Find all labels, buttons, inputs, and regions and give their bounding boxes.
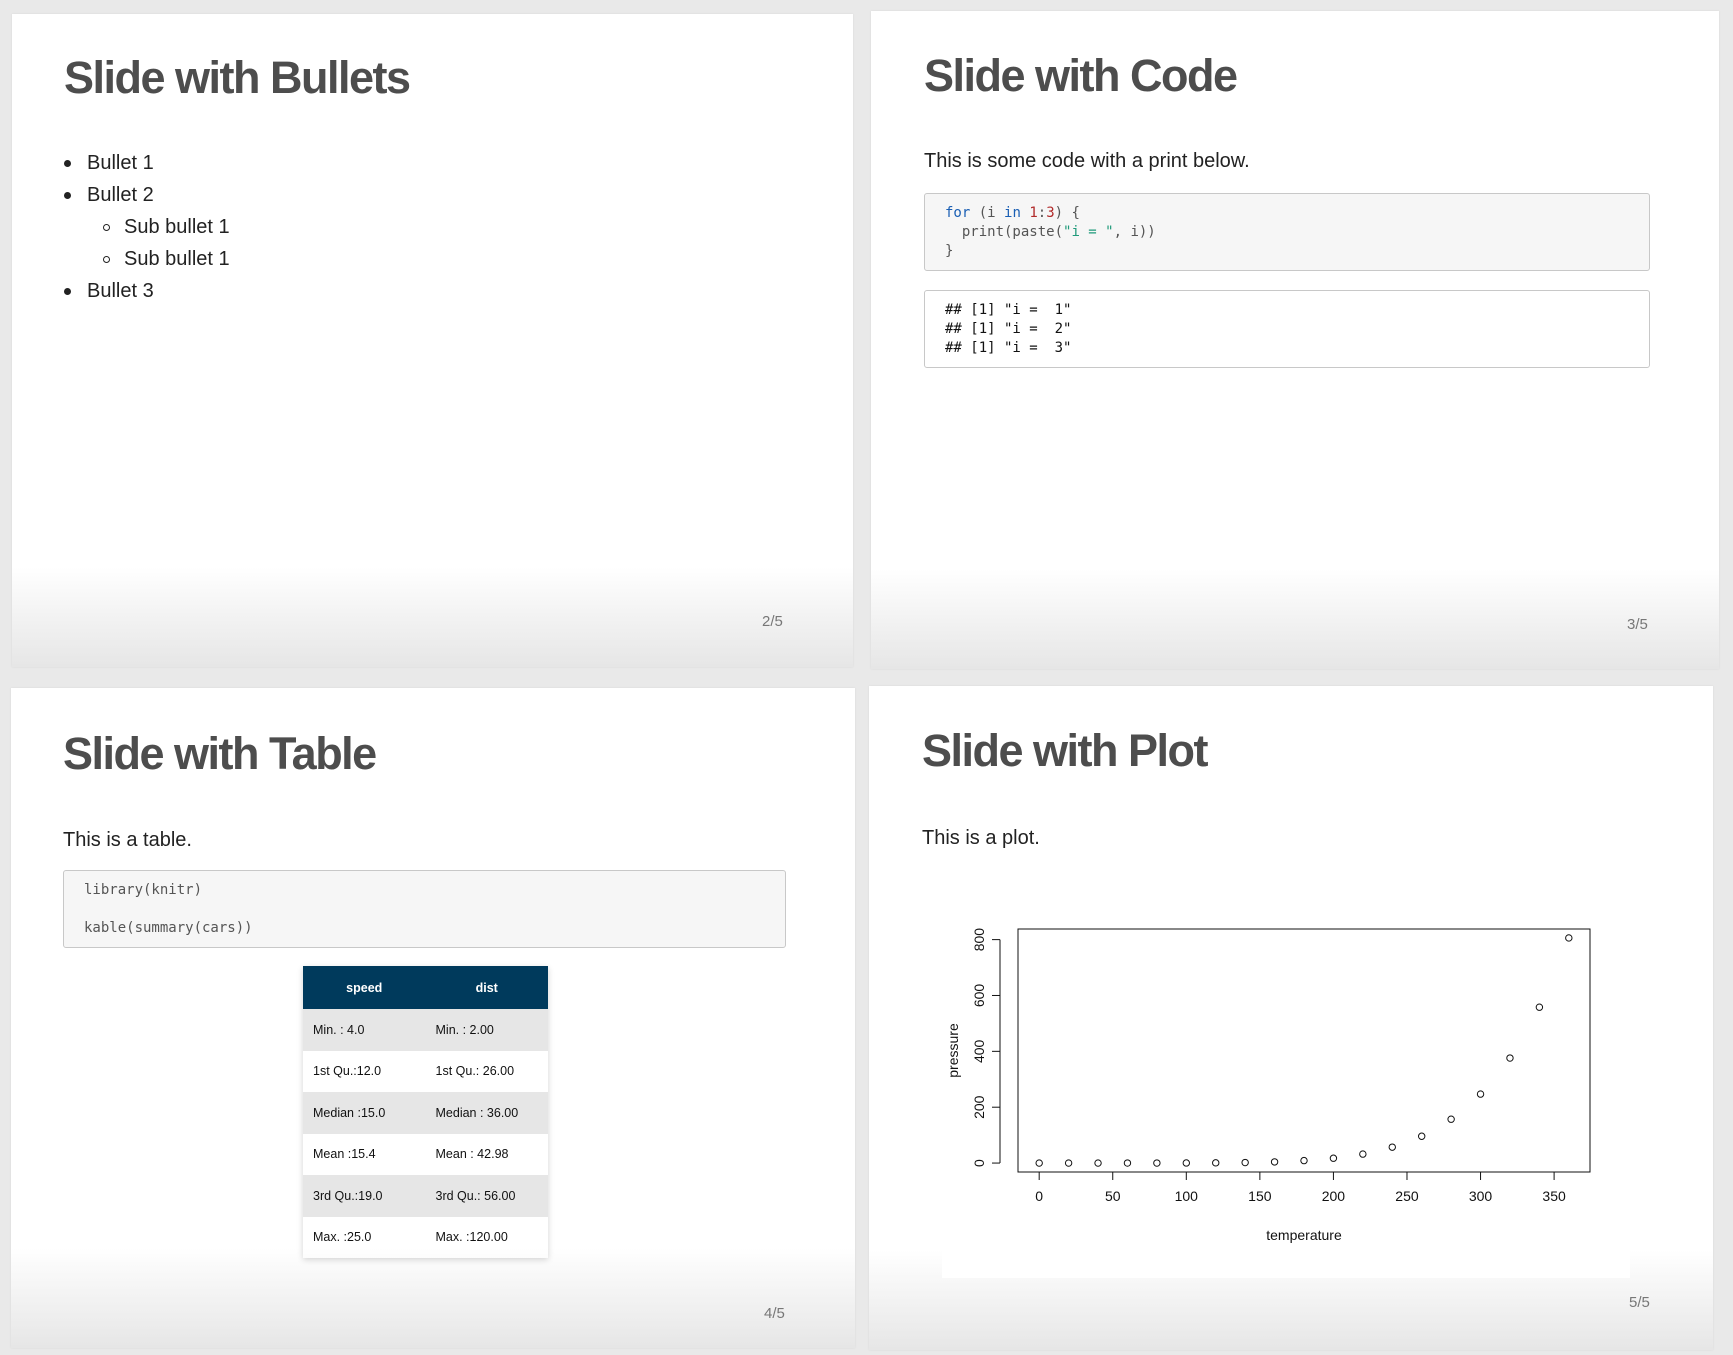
x-tick-label: 250 <box>1395 1188 1419 1204</box>
scatter-plot: 0 50 100 150 200 250 300 350 0 200 400 600 800 tempe… <box>942 918 1630 1278</box>
table-row: 1st Qu.:12.0 1st Qu.: 26.00 <box>303 1050 548 1092</box>
bullet-list: Bullet 1 Bullet 2 Sub bullet 1 Sub bulle… <box>59 147 230 307</box>
output-line: ## [1] "i = 2" <box>945 321 1072 337</box>
slide-text: This is a plot. <box>922 827 1040 849</box>
code-line: for (i in 1:3) { <box>945 205 1080 221</box>
table-row: 3rd Qu.:19.0 3rd Qu.: 56.00 <box>303 1175 548 1217</box>
page-number: 5/5 <box>1629 1294 1650 1311</box>
table-cell: Median :15.0 <box>303 1092 426 1134</box>
slide-title: Slide with Code <box>924 50 1238 101</box>
slide-plot: Slide with Plot This is a plot. 0 50 100 15… <box>869 686 1713 1350</box>
sub-bullet-item: Sub bullet 1 <box>59 243 230 275</box>
y-axis-label: pressure <box>945 1023 961 1078</box>
x-tick-label: 150 <box>1248 1188 1272 1204</box>
slide-text: This is some code with a print below. <box>924 150 1250 172</box>
bullet-item: Bullet 3 <box>59 275 230 307</box>
column-header: dist <box>425 966 548 1009</box>
slide-code: Slide with Code This is some code with a… <box>871 11 1719 669</box>
table-cell: 3rd Qu.:19.0 <box>303 1175 426 1217</box>
table-cell: Max. :120.00 <box>425 1216 548 1258</box>
x-tick-label: 100 <box>1175 1188 1199 1204</box>
y-tick-label: 600 <box>971 984 987 1008</box>
output-line: ## [1] "i = 3" <box>945 340 1072 356</box>
code-block: for (i in 1:3) { print(paste("i = ", i))… <box>924 193 1650 271</box>
table-row: Mean :15.4 Mean : 42.98 <box>303 1133 548 1175</box>
output-block: ## [1] "i = 1" ## [1] "i = 2" ## [1] "i … <box>924 290 1650 368</box>
y-tick-label: 200 <box>971 1095 987 1119</box>
table-header-row: speed dist <box>303 966 548 1009</box>
slide-title: Slide with Table <box>63 728 377 779</box>
x-tick-label: 0 <box>1035 1188 1043 1204</box>
table-row: Median :15.0 Median : 36.00 <box>303 1092 548 1134</box>
output-line: ## [1] "i = 1" <box>945 302 1072 318</box>
table-cell: 1st Qu.: 26.00 <box>425 1050 548 1092</box>
plot-background <box>942 918 1630 1278</box>
x-tick-label: 300 <box>1469 1188 1493 1204</box>
slide-text: This is a table. <box>63 829 192 851</box>
x-axis-label: temperature <box>1266 1227 1342 1243</box>
x-tick-label: 350 <box>1542 1188 1566 1204</box>
table-cell: Max. :25.0 <box>303 1216 426 1258</box>
page-number: 3/5 <box>1627 616 1648 633</box>
table-cell: 3rd Qu.: 56.00 <box>425 1175 548 1217</box>
y-tick-label: 800 <box>971 928 987 952</box>
code-line: kable(summary(cars)) <box>84 920 253 936</box>
bullet-item: Bullet 1 <box>59 147 230 179</box>
table-cell: Min. : 4.0 <box>303 1009 426 1051</box>
slide-title: Slide with Bullets <box>64 52 411 103</box>
code-line: } <box>945 243 954 259</box>
slide-table: Slide with Table This is a table. librar… <box>11 688 855 1348</box>
table-cell: Mean :15.4 <box>303 1133 426 1175</box>
code-line: print(paste("i = ", i)) <box>945 224 1156 240</box>
x-tick-label: 200 <box>1322 1188 1346 1204</box>
y-tick-label: 0 <box>971 1159 987 1167</box>
bullet-item: Bullet 2 <box>59 179 230 211</box>
y-tick-label: 400 <box>971 1039 987 1063</box>
column-header: speed <box>303 966 426 1009</box>
table-row: Max. :25.0 Max. :120.00 <box>303 1216 548 1258</box>
table-row: Min. : 4.0 Min. : 2.00 <box>303 1009 548 1051</box>
page-number: 4/5 <box>764 1305 785 1322</box>
code-line: library(knitr) <box>84 882 203 898</box>
table-cell: Min. : 2.00 <box>425 1009 548 1051</box>
slide-bullets: Slide with Bullets Bullet 1 Bullet 2 Sub… <box>12 14 853 667</box>
summary-table: speed dist Min. : 4.0 Min. : 2.00 1st Qu.… <box>303 966 548 1258</box>
table-cell: 1st Qu.:12.0 <box>303 1050 426 1092</box>
code-block: library(knitr) kable(summary(cars)) <box>63 870 786 948</box>
sub-bullet-item: Sub bullet 1 <box>59 211 230 243</box>
page-number: 2/5 <box>762 613 783 630</box>
table-cell: Median : 36.00 <box>425 1092 548 1134</box>
table-cell: Mean : 42.98 <box>425 1133 548 1175</box>
slide-title: Slide with Plot <box>922 725 1209 776</box>
x-tick-label: 50 <box>1105 1188 1121 1204</box>
